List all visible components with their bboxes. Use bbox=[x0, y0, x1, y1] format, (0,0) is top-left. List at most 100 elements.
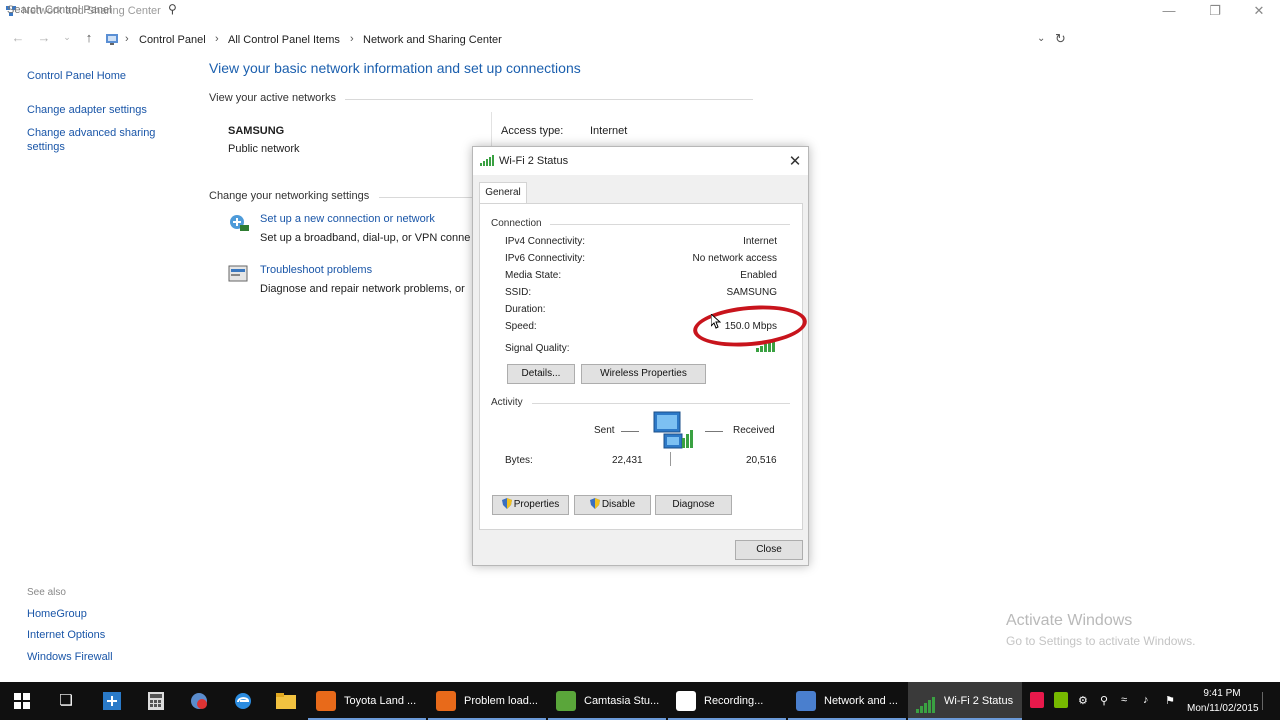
up-arrow-icon[interactable]: ↑ bbox=[81, 30, 97, 45]
recent-locations-icon[interactable]: ⌄ bbox=[59, 32, 75, 43]
camtasia-icon bbox=[556, 691, 576, 711]
ssid-label: SSID: bbox=[505, 287, 532, 298]
close-icon[interactable]: ✕ bbox=[1248, 2, 1270, 20]
divider bbox=[705, 431, 723, 432]
network-activity-icon bbox=[652, 410, 698, 453]
taskbar-app-recording[interactable]: Recording... bbox=[668, 682, 786, 720]
access-type-label: Access type: bbox=[501, 125, 564, 137]
homegroup-link[interactable]: HomeGroup bbox=[27, 608, 87, 620]
bytes-received-value: 20,516 bbox=[746, 455, 777, 466]
tray-nvidia-icon[interactable] bbox=[1054, 692, 1068, 711]
dialog-close-icon[interactable]: ✕ bbox=[787, 152, 803, 170]
address-bar[interactable]: › Control Panel › All Control Panel Item… bbox=[100, 28, 1052, 50]
duration-label: Duration: bbox=[505, 304, 546, 315]
change-adapter-settings-link[interactable]: Change adapter settings bbox=[27, 104, 147, 116]
details-button[interactable]: Details... bbox=[507, 364, 575, 384]
show-desktop-button[interactable] bbox=[1262, 692, 1263, 710]
search-icon[interactable]: ⚲ bbox=[168, 2, 177, 16]
ssid-value: SAMSUNG bbox=[726, 287, 777, 298]
tray-volume-icon[interactable]: ♪ bbox=[1143, 694, 1149, 706]
diagnose-button[interactable]: Diagnose bbox=[655, 495, 732, 515]
properties-button[interactable]: Properties bbox=[492, 495, 569, 515]
change-advanced-sharing-link[interactable]: Change advanced sharing settings bbox=[27, 126, 167, 154]
taskbar-app-problem-loading[interactable]: Problem load... bbox=[428, 682, 546, 720]
edge-browser-icon[interactable] bbox=[221, 682, 265, 720]
title-bar: Network and Sharing Center — ❐ ✕ bbox=[0, 0, 1280, 24]
clock-time: 9:41 PM bbox=[1203, 688, 1241, 699]
tray-language-icon[interactable]: ⚲ bbox=[1100, 694, 1108, 707]
activate-windows-title: Activate Windows bbox=[1006, 612, 1133, 629]
dialog-title: Wi-Fi 2 Status bbox=[499, 155, 569, 167]
pinned-app-icon[interactable] bbox=[90, 682, 134, 720]
taskbar-app-label: Wi-Fi 2 Status bbox=[944, 695, 1014, 707]
chevron-down-icon[interactable]: ⌄ bbox=[1037, 33, 1045, 44]
network-name: SAMSUNG bbox=[228, 125, 285, 137]
taskbar-clock[interactable]: 9:41 PM Mon/11/02/2015 bbox=[1187, 686, 1259, 716]
network-icon bbox=[796, 691, 816, 711]
back-arrow-icon[interactable]: ← bbox=[10, 30, 26, 45]
taskbar-app-label: Problem load... bbox=[464, 695, 538, 707]
taskbar-app-network[interactable]: Network and ... bbox=[788, 682, 906, 720]
divider bbox=[532, 403, 790, 404]
received-label: Received bbox=[733, 425, 775, 436]
taskbar-app-camtasia[interactable]: Camtasia Stu... bbox=[548, 682, 666, 720]
tray-wifi-icon[interactable]: ≈ bbox=[1121, 694, 1127, 706]
crumb-network-center[interactable]: Network and Sharing Center bbox=[363, 34, 502, 46]
taskbar-app-label: Recording... bbox=[704, 695, 764, 707]
file-explorer-icon[interactable] bbox=[264, 682, 308, 720]
troubleshooter-icon[interactable] bbox=[177, 682, 221, 720]
activity-group-label: Activity bbox=[491, 397, 523, 408]
taskbar-app-wifi-status[interactable]: Wi-Fi 2 Status bbox=[908, 682, 1022, 720]
internet-options-link[interactable]: Internet Options bbox=[27, 629, 105, 641]
divider bbox=[550, 224, 790, 225]
mouse-cursor-icon bbox=[710, 312, 722, 332]
tray-flag-icon[interactable]: ⚑ bbox=[1165, 694, 1175, 707]
calculator-icon[interactable] bbox=[134, 682, 178, 720]
forward-arrow-icon[interactable]: → bbox=[36, 30, 52, 45]
media-state-value: Enabled bbox=[740, 270, 777, 281]
tray-settings-icon[interactable]: ⚙ bbox=[1078, 694, 1088, 707]
crumb-all-items[interactable]: All Control Panel Items bbox=[228, 34, 340, 46]
troubleshoot-link[interactable]: Troubleshoot problems bbox=[260, 264, 372, 276]
minimize-icon[interactable]: — bbox=[1158, 2, 1180, 20]
network-type[interactable]: Public network bbox=[228, 143, 300, 155]
shield-icon bbox=[501, 498, 512, 509]
firefox-icon bbox=[436, 691, 456, 711]
crumb-control-panel[interactable]: Control Panel bbox=[139, 34, 206, 46]
close-button[interactable]: Close bbox=[735, 540, 803, 560]
tray-app-icon[interactable] bbox=[1030, 692, 1044, 711]
start-windows-icon[interactable] bbox=[0, 682, 44, 720]
tab-general[interactable]: General bbox=[479, 182, 527, 204]
crumb-separator: › bbox=[215, 33, 219, 45]
disable-button[interactable]: Disable bbox=[574, 495, 651, 515]
refresh-icon[interactable]: ↻ bbox=[1055, 31, 1066, 47]
ipv6-value: No network access bbox=[692, 253, 777, 264]
setup-connection-link[interactable]: Set up a new connection or network bbox=[260, 213, 435, 225]
wifi-icon bbox=[916, 691, 936, 713]
control-panel-home-link[interactable]: Control Panel Home bbox=[27, 70, 126, 82]
restore-icon[interactable]: ❐ bbox=[1204, 2, 1226, 20]
activate-windows-subtitle: Go to Settings to activate Windows. bbox=[1006, 634, 1196, 648]
divider bbox=[670, 452, 671, 466]
ipv4-label: IPv4 Connectivity: bbox=[505, 236, 586, 247]
wireless-properties-button[interactable]: Wireless Properties bbox=[581, 364, 706, 384]
media-state-label: Media State: bbox=[505, 270, 562, 281]
bytes-label: Bytes: bbox=[505, 455, 533, 466]
new-connection-icon bbox=[228, 213, 250, 236]
wifi-status-dialog: Wi-Fi 2 Status ✕ General Connection IPv4… bbox=[472, 146, 809, 566]
sent-label: Sent bbox=[594, 425, 615, 436]
divider bbox=[379, 197, 474, 198]
troubleshoot-desc: Diagnose and repair network problems, or bbox=[260, 283, 465, 295]
properties-button-label: Properties bbox=[513, 499, 560, 510]
ipv6-label: IPv6 Connectivity: bbox=[505, 253, 586, 264]
control-panel-icon bbox=[105, 32, 119, 49]
speed-label: Speed: bbox=[505, 321, 537, 332]
address-row: ← → ⌄ ↑ › Control Panel › All Control Pa… bbox=[0, 26, 1280, 52]
task-view-icon[interactable]: ❏ bbox=[44, 682, 88, 720]
windows-firewall-link[interactable]: Windows Firewall bbox=[27, 651, 113, 663]
divider bbox=[621, 431, 639, 432]
disable-button-label: Disable bbox=[601, 499, 636, 510]
taskbar-app-toyota[interactable]: Toyota Land ... bbox=[308, 682, 426, 720]
taskbar: ❏ Toyota Land ... Problem load... Camtas… bbox=[0, 682, 1280, 720]
active-networks-label: View your active networks bbox=[209, 92, 336, 104]
